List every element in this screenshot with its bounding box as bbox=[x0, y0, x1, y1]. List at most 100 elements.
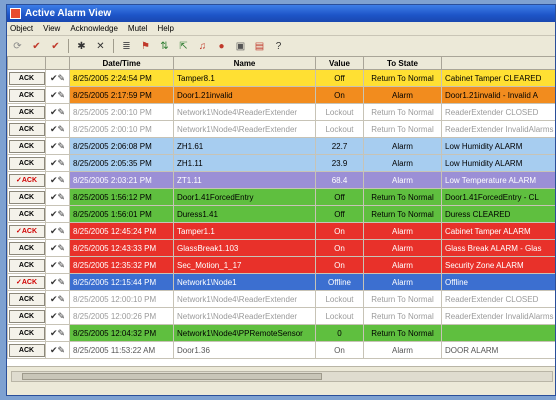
ack-button[interactable]: ACK bbox=[8, 122, 45, 136]
ack-button[interactable]: ACK bbox=[8, 292, 45, 306]
ack-button[interactable]: ACK bbox=[8, 258, 45, 272]
cell-description: DOOR ALARM bbox=[441, 341, 555, 359]
menu-acknowledge[interactable]: Acknowledge bbox=[70, 24, 118, 33]
ack-button[interactable]: ACK bbox=[8, 71, 45, 85]
table-row[interactable]: ACK ✔✎ 8/25/2005 12:35:32 PM Sec_Motion_1_1… bbox=[7, 256, 555, 274]
cell-datetime: 8/25/2005 11:53:22 AM bbox=[69, 341, 174, 359]
cell-tostate: Alarm bbox=[363, 171, 442, 189]
menu-mute[interactable]: Mutel bbox=[128, 24, 148, 33]
sort-icon[interactable]: ⇅ bbox=[158, 40, 171, 53]
scroll-thumb[interactable] bbox=[22, 373, 322, 380]
table-row[interactable]: ACK ✔✎ 8/25/2005 2:05:35 PM ZH1.11 23.9 Alarm… bbox=[7, 154, 555, 172]
col-datetime-header[interactable]: Date/Time bbox=[69, 56, 174, 70]
ack-button[interactable]: ACK bbox=[8, 241, 45, 255]
checkmark-icon[interactable]: ✔✎ bbox=[50, 158, 65, 168]
checkmark-icon[interactable]: ✔✎ bbox=[50, 345, 65, 355]
checkmark-icon[interactable]: ✔✎ bbox=[50, 226, 65, 236]
checkmark-icon[interactable]: ✔✎ bbox=[50, 124, 65, 134]
checkmark-icon[interactable]: ✔✎ bbox=[50, 90, 65, 100]
table-row[interactable]: ACK ✔✎ 8/25/2005 12:43:33 PM GlassBreak1.10… bbox=[7, 239, 555, 257]
table-row[interactable]: ACK ✔✎ 8/25/2005 1:56:12 PM Door1.41ForcedE… bbox=[7, 188, 555, 206]
col-tostate-header[interactable]: To State bbox=[363, 56, 442, 70]
alarm-window: Active Alarm View Object View Acknowledg… bbox=[6, 4, 556, 396]
ack-button[interactable]: ✓ACK bbox=[8, 275, 45, 289]
bell-icon[interactable]: ♫ bbox=[196, 40, 209, 53]
checkmark-icon[interactable]: ✔✎ bbox=[50, 260, 65, 270]
menu-object[interactable]: Object bbox=[10, 24, 33, 33]
check-cell: ✔✎ bbox=[45, 273, 70, 291]
table-row[interactable]: ACK ✔✎ 8/25/2005 12:00:10 PM Network1\Node4… bbox=[7, 290, 555, 308]
ack-icon[interactable]: ✔ bbox=[30, 40, 43, 53]
ack-button[interactable]: ✓ACK bbox=[8, 173, 45, 187]
table-row[interactable]: ACK ✔✎ 8/25/2005 12:04:32 PM Network1\Node4… bbox=[7, 324, 555, 342]
cell-tostate: Alarm bbox=[363, 137, 442, 155]
cell-name: Network1\Node4\ReaderExtender bbox=[173, 290, 316, 308]
col-description-header[interactable] bbox=[441, 56, 555, 70]
checkmark-icon[interactable]: ✔✎ bbox=[50, 175, 65, 185]
horizontal-scrollbar[interactable] bbox=[11, 371, 553, 382]
monitor-icon[interactable]: ▣ bbox=[234, 40, 247, 53]
ack-button[interactable]: ACK bbox=[8, 190, 45, 204]
menu-help[interactable]: Help bbox=[157, 24, 173, 33]
ack-button[interactable]: ACK bbox=[8, 139, 45, 153]
table-row[interactable]: ACK ✔✎ 8/25/2005 12:00:26 PM Network1\Node4… bbox=[7, 307, 555, 325]
checkmark-icon[interactable]: ✔✎ bbox=[50, 243, 65, 253]
checkmark-icon[interactable]: ✔✎ bbox=[50, 141, 65, 151]
checkmark-icon[interactable]: ✔✎ bbox=[50, 277, 65, 287]
table-row[interactable]: ACK ✔✎ 8/25/2005 2:06:08 PM ZH1.61 22.7 Alarm… bbox=[7, 137, 555, 155]
checkmark-icon[interactable]: ✔✎ bbox=[50, 107, 65, 117]
table-row[interactable]: ACK ✔✎ 8/25/2005 2:24:54 PM Tamper8.1 Off Ret… bbox=[7, 69, 555, 87]
ack-button[interactable]: ACK bbox=[8, 156, 45, 170]
list-icon[interactable]: ≣ bbox=[120, 40, 133, 53]
col-ack-header[interactable] bbox=[7, 56, 46, 70]
checkmark-icon[interactable]: ✔✎ bbox=[50, 328, 65, 338]
table-row[interactable]: ACK ✔✎ 8/25/2005 11:53:22 AM Door1.36 On Alar… bbox=[7, 341, 555, 359]
check-cell: ✔✎ bbox=[45, 205, 70, 223]
ack-button[interactable]: ACK bbox=[8, 207, 45, 221]
report-icon[interactable]: ▤ bbox=[253, 40, 266, 53]
ack-cell: ACK bbox=[7, 103, 46, 121]
table-row[interactable]: ✓ACK ✔✎ 8/25/2005 2:03:21 PM ZT1.11 68.4 Alar… bbox=[7, 171, 555, 189]
ack-button[interactable]: ACK bbox=[8, 105, 45, 119]
cell-value: 68.4 bbox=[315, 171, 364, 189]
checkmark-icon[interactable]: ✔✎ bbox=[50, 209, 65, 219]
checkmark-icon[interactable]: ✔✎ bbox=[50, 192, 65, 202]
table-row[interactable]: ACK ✔✎ 8/25/2005 2:17:59 PM Door1.21invalid… bbox=[7, 86, 555, 104]
menu-view[interactable]: View bbox=[43, 24, 60, 33]
table-row[interactable]: ACK ✔✎ 8/25/2005 2:00:10 PM Network1\Node4\… bbox=[7, 103, 555, 121]
settings-icon[interactable]: ✱ bbox=[75, 40, 88, 53]
toolbar-separator bbox=[68, 39, 69, 53]
col-check-header[interactable] bbox=[45, 56, 70, 70]
cell-datetime: 8/25/2005 12:04:32 PM bbox=[69, 324, 174, 342]
ack-button[interactable]: ACK bbox=[8, 343, 45, 357]
table-row[interactable]: ✓ACK ✔✎ 8/25/2005 12:15:44 PM Network1\Node… bbox=[7, 273, 555, 291]
cell-value: Lockout bbox=[315, 290, 364, 308]
table-row[interactable]: ACK ✔✎ 8/25/2005 2:00:10 PM Network1\Node4\… bbox=[7, 120, 555, 138]
check-cell: ✔✎ bbox=[45, 154, 70, 172]
checkmark-icon[interactable]: ✔✎ bbox=[50, 294, 65, 304]
table-row[interactable]: ✓ACK ✔✎ 8/25/2005 12:45:24 PM Tamper1.1 On Al… bbox=[7, 222, 555, 240]
col-value-header[interactable]: Value bbox=[315, 56, 364, 70]
cell-description: Low Temperature ALARM bbox=[441, 171, 555, 189]
ack-all-icon[interactable]: ✔ bbox=[49, 40, 62, 53]
cell-tostate: Alarm bbox=[363, 273, 442, 291]
checkmark-icon[interactable]: ✔✎ bbox=[50, 73, 65, 83]
col-name-header[interactable]: Name bbox=[173, 56, 316, 70]
alarm-icon[interactable]: ● bbox=[215, 40, 228, 53]
cell-datetime: 8/25/2005 2:17:59 PM bbox=[69, 86, 174, 104]
ack-button[interactable]: ACK bbox=[8, 88, 45, 102]
cell-datetime: 8/25/2005 2:00:10 PM bbox=[69, 120, 174, 138]
ack-button[interactable]: ACK bbox=[8, 326, 45, 340]
export-icon[interactable]: ⇱ bbox=[177, 40, 190, 53]
checkmark-icon[interactable]: ✔✎ bbox=[50, 311, 65, 321]
check-cell: ✔✎ bbox=[45, 86, 70, 104]
ack-button[interactable]: ACK bbox=[8, 309, 45, 323]
filter-icon[interactable]: ⚑ bbox=[139, 40, 152, 53]
refresh-icon[interactable]: ⟳ bbox=[11, 40, 24, 53]
cell-value: Offline bbox=[315, 273, 364, 291]
delete-icon[interactable]: ✕ bbox=[94, 40, 107, 53]
cell-value: On bbox=[315, 239, 364, 257]
help-icon[interactable]: ? bbox=[272, 40, 285, 53]
ack-button[interactable]: ✓ACK bbox=[8, 224, 45, 238]
table-row[interactable]: ACK ✔✎ 8/25/2005 1:56:01 PM Duress1.41 Off Re… bbox=[7, 205, 555, 223]
